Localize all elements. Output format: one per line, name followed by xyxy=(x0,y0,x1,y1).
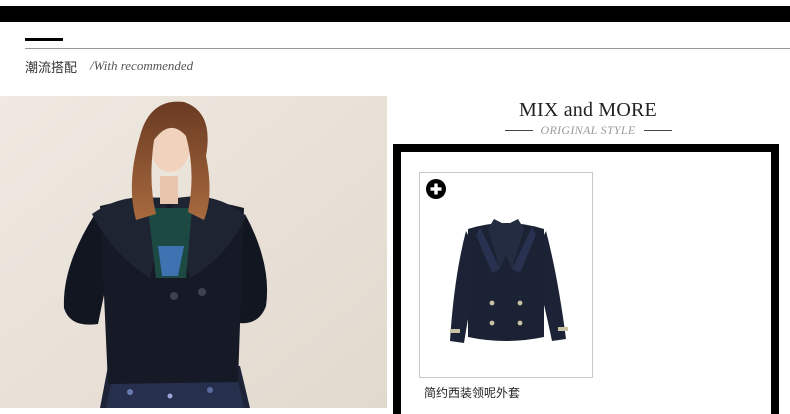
product-coat-image xyxy=(450,219,568,343)
mix-subtitle-right-line xyxy=(643,129,672,131)
product-card[interactable] xyxy=(419,172,593,378)
top-black-bar xyxy=(0,6,790,22)
mix-subtitle-left-line xyxy=(504,129,533,131)
section-divider xyxy=(25,48,790,49)
section-title: 潮流搭配 xyxy=(25,61,78,76)
product-name[interactable]: 简约西装领呢外套 xyxy=(424,384,520,401)
section-accent-underline xyxy=(25,38,63,41)
model-photo xyxy=(0,96,387,408)
mix-title: MIX and MORE xyxy=(519,99,657,121)
section-subtitle: /With recommended xyxy=(90,58,194,73)
mix-subtitle: ORIGINAL STYLE xyxy=(540,122,636,137)
mix-subtitle-row: ORIGINAL STYLE xyxy=(392,121,784,139)
